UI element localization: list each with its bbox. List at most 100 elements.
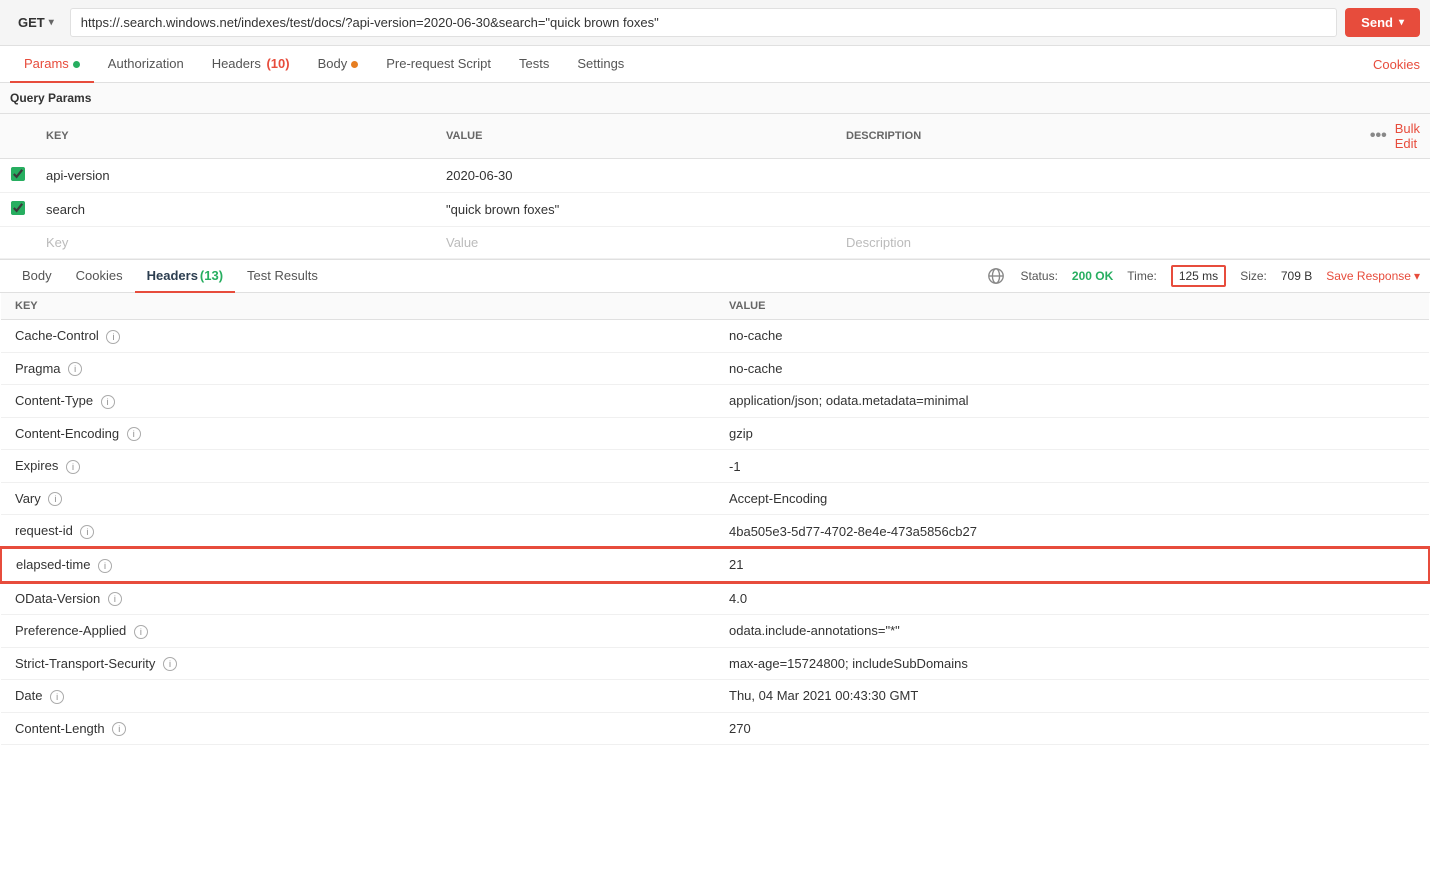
url-bar: GET ▾ Send ▾ — [0, 0, 1430, 46]
resp-header-key-10: Strict-Transport-Security i — [1, 647, 715, 680]
table-row: Cache-Control ino-cache — [1, 320, 1429, 353]
param-desc-placeholder[interactable]: Description — [836, 227, 1360, 259]
table-row: Strict-Transport-Security imax-age=15724… — [1, 647, 1429, 680]
tab-resp-cookies[interactable]: Cookies — [64, 260, 135, 293]
resp-header-value-2: application/json; odata.metadata=minimal — [715, 385, 1429, 418]
status-label: Status: — [1021, 269, 1058, 283]
tab-pre-request[interactable]: Pre-request Script — [372, 46, 505, 83]
resp-header-key-2: Content-Type i — [1, 385, 715, 418]
status-value: 200 OK — [1072, 269, 1113, 283]
body-dot — [351, 61, 358, 68]
resp-header-value-12: 270 — [715, 712, 1429, 745]
resp-header-key-1: Pragma i — [1, 352, 715, 385]
table-row: Date iThu, 04 Mar 2021 00:43:30 GMT — [1, 680, 1429, 713]
info-icon[interactable]: i — [66, 460, 80, 474]
resp-header-key-11: Date i — [1, 680, 715, 713]
tab-resp-test-results[interactable]: Test Results — [235, 260, 330, 293]
table-row: Content-Type iapplication/json; odata.me… — [1, 385, 1429, 418]
table-row: Vary iAccept-Encoding — [1, 482, 1429, 515]
resp-header-value-4: -1 — [715, 450, 1429, 483]
table-options-icon[interactable]: ••• — [1370, 127, 1387, 145]
info-icon[interactable]: i — [163, 657, 177, 671]
info-icon[interactable]: i — [127, 427, 141, 441]
param-value-placeholder[interactable]: Value — [436, 227, 836, 259]
method-select[interactable]: GET ▾ — [10, 11, 62, 34]
table-row: request-id i4ba505e3-5d77-4702-8e4e-473a… — [1, 515, 1429, 548]
tab-tests[interactable]: Tests — [505, 46, 563, 83]
param-value-1[interactable]: "quick brown foxes" — [436, 193, 836, 227]
resp-header-value-10: max-age=15724800; includeSubDomains — [715, 647, 1429, 680]
tab-body[interactable]: Body — [304, 46, 373, 83]
time-value: 125 ms — [1171, 265, 1226, 287]
tab-resp-body[interactable]: Body — [10, 260, 64, 293]
param-desc-0[interactable] — [836, 159, 1360, 193]
param-checkbox-0[interactable] — [11, 167, 25, 181]
table-row: elapsed-time i21 — [1, 548, 1429, 582]
resp-col-value: VALUE — [715, 293, 1429, 320]
resp-header-key-6: request-id i — [1, 515, 715, 548]
cookies-link[interactable]: Cookies — [1373, 57, 1420, 72]
param-key-0[interactable]: api-version — [36, 159, 436, 193]
table-row: OData-Version i4.0 — [1, 582, 1429, 615]
send-label: Send — [1361, 15, 1393, 30]
params-dot — [73, 61, 80, 68]
resp-col-key: KEY — [1, 293, 715, 320]
query-params-title: Query Params — [0, 83, 1430, 114]
resp-header-value-3: gzip — [715, 417, 1429, 450]
info-icon[interactable]: i — [50, 690, 64, 704]
query-params-table: KEY VALUE DESCRIPTION ••• Bulk Edit api-… — [0, 114, 1430, 259]
col-key: KEY — [36, 114, 436, 159]
response-tabs: Body Cookies Headers(13) Test Results St… — [0, 259, 1430, 293]
table-row: Expires i-1 — [1, 450, 1429, 483]
resp-header-value-9: odata.include-annotations="*" — [715, 615, 1429, 648]
globe-icon — [987, 267, 1005, 285]
param-key-placeholder[interactable]: Key — [36, 227, 436, 259]
tab-params[interactable]: Params — [10, 46, 94, 83]
resp-header-key-4: Expires i — [1, 450, 715, 483]
headers-badge: (10) — [266, 56, 289, 71]
send-button[interactable]: Send ▾ — [1345, 8, 1420, 37]
info-icon[interactable]: i — [108, 592, 122, 606]
col-value: VALUE — [436, 114, 836, 159]
resp-header-key-5: Vary i — [1, 482, 715, 515]
param-options-0 — [1360, 159, 1430, 193]
info-icon[interactable]: i — [101, 395, 115, 409]
resp-header-key-9: Preference-Applied i — [1, 615, 715, 648]
table-row: api-version 2020-06-30 — [0, 159, 1430, 193]
table-row: Preference-Applied iodata.include-annota… — [1, 615, 1429, 648]
time-label: Time: — [1127, 269, 1157, 283]
save-response-button[interactable]: Save Response ▾ — [1326, 269, 1420, 283]
table-row-placeholder: Key Value Description — [0, 227, 1430, 259]
param-options-1 — [1360, 193, 1430, 227]
info-icon[interactable]: i — [68, 362, 82, 376]
table-row: Content-Encoding igzip — [1, 417, 1429, 450]
table-row: Pragma ino-cache — [1, 352, 1429, 385]
col-description: DESCRIPTION — [836, 114, 1360, 159]
info-icon[interactable]: i — [80, 525, 94, 539]
method-label: GET — [18, 15, 45, 30]
info-icon[interactable]: i — [106, 330, 120, 344]
tab-settings[interactable]: Settings — [563, 46, 638, 83]
table-row: search "quick brown foxes" — [0, 193, 1430, 227]
request-tabs: Params Authorization Headers (10) Body P… — [0, 46, 1430, 83]
resp-header-key-8: OData-Version i — [1, 582, 715, 615]
save-response-chevron-icon: ▾ — [1414, 269, 1420, 283]
tab-headers[interactable]: Headers (10) — [198, 46, 304, 83]
info-icon[interactable]: i — [112, 722, 126, 736]
param-checkbox-1[interactable] — [11, 201, 25, 215]
param-options-placeholder — [1360, 227, 1430, 259]
resp-header-key-7: elapsed-time i — [1, 548, 715, 582]
param-key-1[interactable]: search — [36, 193, 436, 227]
tab-authorization[interactable]: Authorization — [94, 46, 198, 83]
tab-resp-headers[interactable]: Headers(13) — [135, 260, 235, 293]
url-input[interactable] — [70, 8, 1337, 37]
param-desc-1[interactable] — [836, 193, 1360, 227]
col-options: ••• Bulk Edit — [1360, 114, 1430, 159]
resp-header-value-5: Accept-Encoding — [715, 482, 1429, 515]
param-value-0[interactable]: 2020-06-30 — [436, 159, 836, 193]
info-icon[interactable]: i — [134, 625, 148, 639]
info-icon[interactable]: i — [98, 559, 112, 573]
bulk-edit-link[interactable]: Bulk Edit — [1395, 121, 1420, 151]
size-value: 709 B — [1281, 269, 1312, 283]
info-icon[interactable]: i — [48, 492, 62, 506]
